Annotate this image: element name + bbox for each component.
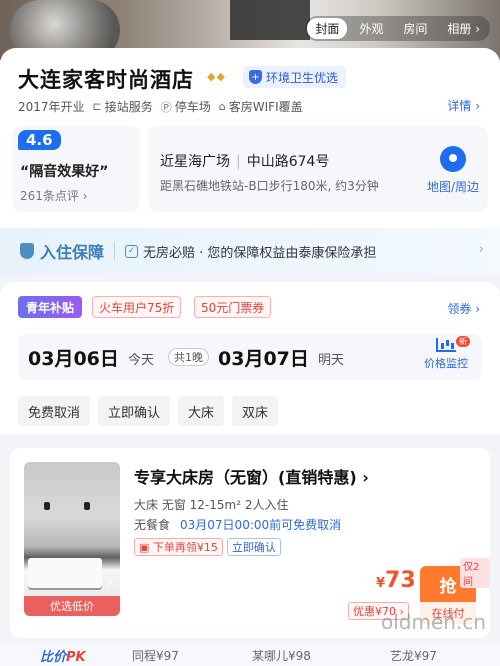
divider	[114, 242, 116, 260]
compare-item: 某哪儿¥98	[252, 649, 311, 663]
checkout-date: 03月07日	[218, 348, 309, 370]
details-link[interactable]: 详情 ›	[447, 97, 480, 114]
image-count: 7	[105, 579, 112, 590]
tab-cover[interactable]: 封面	[307, 18, 348, 39]
guarantee-text: 无房必赔 · 您的保障权益由泰康保险承担	[143, 245, 377, 261]
hotel-info-card: 大连家客时尚酒店 ◆◆ + 环境卫生优选 2017年开业 ⊏ 接站服务 Ⓟ 停车场 …	[0, 48, 500, 228]
compare-item: 同程¥97	[132, 649, 179, 663]
guarantee-title: 入住保障	[40, 243, 105, 262]
photo-tabs: 封面 外观 房间 相册 ›	[305, 16, 490, 41]
filter-free-cancel[interactable]: 免费取消	[18, 396, 91, 426]
promo-ticket-coupon[interactable]: 50元门票券	[194, 296, 272, 318]
watermark: oldmen.cn	[381, 610, 486, 634]
booking-dates-card: 青年补贴 火车用户75折 50元门票券 领券 › 03月06日 今天 共1晚 0…	[0, 282, 500, 434]
gift-icon: ▣	[139, 541, 153, 554]
compare-item: 艺龙¥97	[390, 649, 437, 663]
car-icon: ⊏	[92, 100, 102, 113]
coupon-tag: ▣ 下单再领¥15	[134, 538, 223, 556]
facility-pickup: ⊏ 接站服务	[92, 100, 153, 114]
checkout-day: 明天	[318, 353, 345, 368]
photo-decor	[230, 0, 310, 40]
location-address: 近星海广场 | 中山路674号	[160, 154, 330, 170]
eco-badge[interactable]: + 环境卫生优选	[243, 66, 347, 88]
promo-train-discount[interactable]: 火车用户75折	[92, 296, 182, 318]
low-price-tag: 优选低价	[24, 596, 120, 616]
facility-parking: Ⓟ 停车场	[160, 100, 211, 114]
chevron-right-icon: ›	[478, 242, 484, 257]
map-label: 地图/周边	[426, 180, 480, 194]
bed-decor	[28, 558, 102, 588]
rating-box[interactable]: 4.6 “隔音效果好” 261条点评 ›	[12, 126, 140, 212]
review-count-link[interactable]: 261条点评 ›	[20, 187, 88, 204]
hotel-name: 大连家客时尚酒店	[18, 68, 194, 92]
new-badge: 新	[456, 336, 470, 347]
filter-instant-confirm[interactable]: 立即确认	[98, 396, 171, 426]
room-policy: 无餐食 03月07日00:00前可免费取消	[134, 516, 341, 533]
room-spec: 大床 无窗 12-15m² 2人入住	[134, 498, 289, 512]
get-coupon-link[interactable]: 领券 ›	[447, 300, 480, 317]
meal-info: 无餐食	[134, 518, 171, 532]
metro-distance: 距黑石礁地铁站-B口步行180米, 约3分钟	[160, 179, 379, 193]
tab-rooms[interactable]: 房间	[395, 18, 435, 39]
opened-year: 2017年开业	[18, 100, 85, 114]
instant-confirm-tag: 立即确认	[226, 538, 281, 556]
lamp-decor	[84, 502, 90, 510]
location-box[interactable]: 近星海广场 | 中山路674号 距黑石礁地铁站-B口步行180米, 约3分钟 地图/…	[148, 126, 488, 212]
nights-count: 共1晚	[168, 348, 209, 366]
tab-exterior[interactable]: 外观	[351, 18, 391, 39]
stock-badge: 仅2间	[460, 558, 490, 588]
facility-wifi: ⌂ 客房WIFI覆盖	[218, 100, 303, 114]
map-pin-icon	[440, 146, 466, 172]
check-in-guarantee[interactable]: 入住保障 ✓ 无房必赔 · 您的保障权益由泰康保险承担 ›	[0, 228, 500, 274]
free-cancel-info: 03月07日00:00前可免费取消	[180, 518, 342, 532]
shield-plus-icon: +	[249, 70, 262, 84]
date-selector[interactable]: 03月06日 今天 共1晚 03月07日 明天 新 价格监控	[18, 334, 482, 380]
wifi-icon: ⌂	[218, 100, 226, 113]
review-quote: “隔音效果好”	[20, 164, 109, 180]
price-compare-bar[interactable]: 比价PK 同程¥97 某哪儿¥98 艺龙¥97	[0, 642, 500, 666]
eco-badge-label: 环境卫生优选	[266, 70, 339, 85]
price-monitor-label: 价格监控	[424, 357, 468, 370]
shield-icon	[20, 243, 34, 259]
room-name[interactable]: 专享大床房（无窗）(直销特惠) ›	[134, 464, 369, 488]
checkin-day: 今天	[128, 353, 155, 368]
room-tags: ▣ 下单再领¥15 立即确认	[134, 538, 281, 556]
diamond-rating-icon: ◆◆	[207, 70, 226, 83]
lamp-decor	[44, 502, 50, 510]
map-button[interactable]: 地图/周边	[418, 146, 488, 195]
filter-king-bed[interactable]: 大床	[178, 396, 225, 426]
rating-score: 4.6	[18, 130, 61, 150]
filter-twin-bed[interactable]: 双床	[232, 396, 279, 426]
price-monitor-button[interactable]: 新 价格监控	[418, 336, 474, 371]
youth-subsidy-badge: 青年补贴	[18, 296, 83, 318]
parking-icon: Ⓟ	[160, 100, 172, 114]
bar-chart-icon	[436, 338, 456, 352]
room-price: ¥73	[376, 568, 416, 593]
room-filters: 免费取消 立即确认 大床 双床	[18, 396, 279, 426]
facility-list: 2017年开业 ⊏ 接站服务 Ⓟ 停车场 ⌂ 客房WIFI覆盖	[18, 98, 303, 115]
room-image[interactable]: 7 优选低价	[24, 462, 120, 616]
tab-album[interactable]: 相册 ›	[439, 18, 488, 39]
checkin-date: 03月06日	[28, 348, 119, 370]
compare-title: 比价PK	[40, 650, 86, 665]
check-icon: ✓	[125, 244, 139, 258]
